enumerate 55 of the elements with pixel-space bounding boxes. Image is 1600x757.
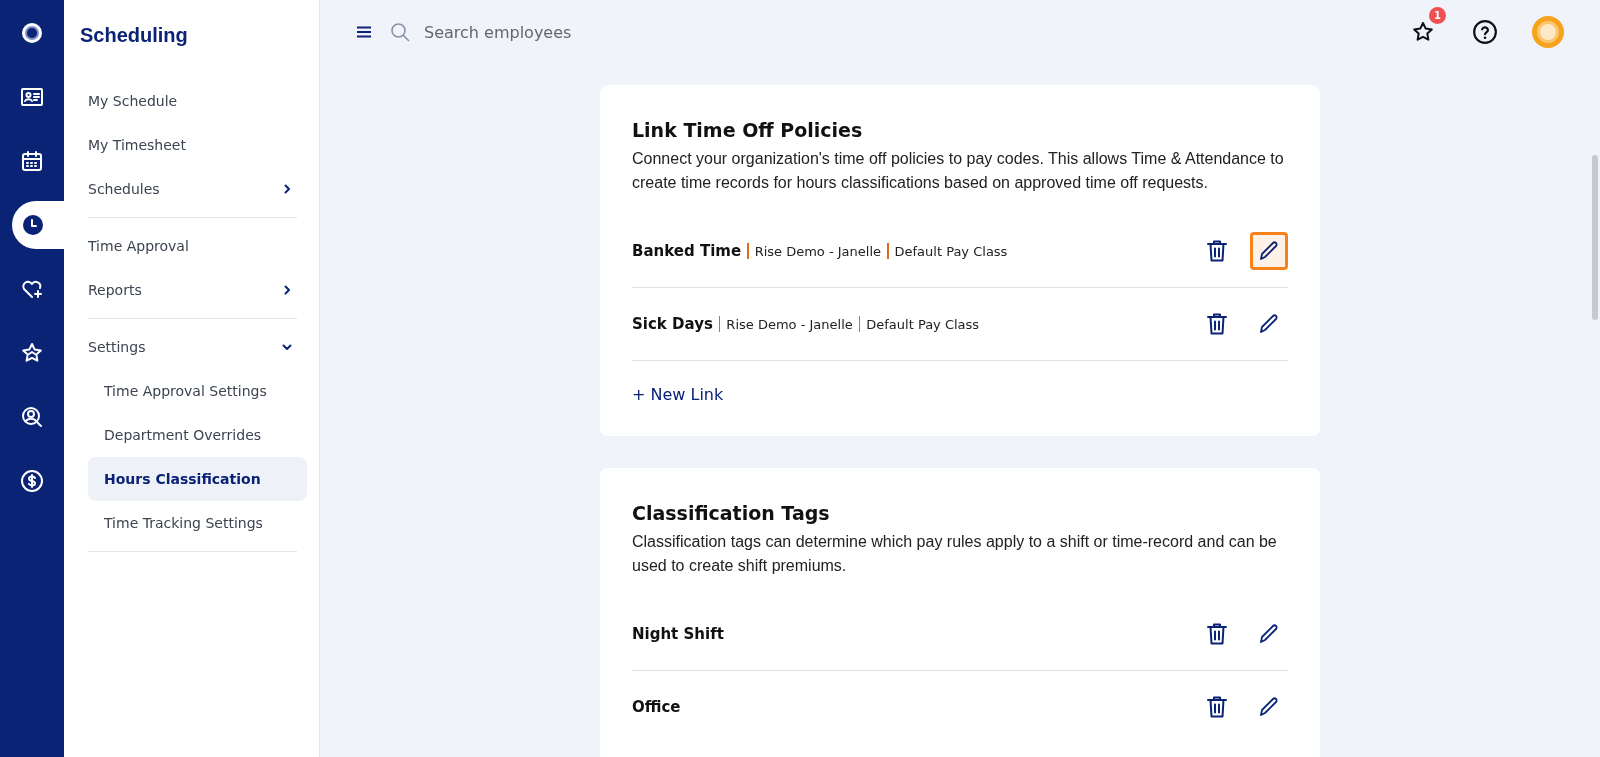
card-description: Connect your organization's time off policies to pay codes. This allows Time & Attendance to create time records for hours classifications based on approved time off requests. [632,149,1285,193]
star-icon[interactable] [1411,20,1435,44]
rail-nav-item[interactable] [12,201,64,249]
pencil-icon [1258,696,1280,718]
chevron-icon [281,341,293,353]
star-icon [20,341,44,365]
sidebar-subitem[interactable]: Department Overrides [88,413,307,457]
separator-icon [718,316,721,332]
new-link-button[interactable]: + New Link [632,385,724,404]
row-name: Sick Days [632,315,713,333]
trash-icon [1206,239,1228,263]
sidebar-subitem[interactable]: Hours Classification [88,457,307,501]
separator-icon [887,243,889,259]
row-name: Banked Time [632,242,742,260]
sidebar-item[interactable]: Schedules [88,167,297,211]
separator-icon [858,316,861,332]
sidebar-subitem[interactable]: Time Tracking Settings [88,501,307,545]
card-title: Link Time Off Policies [632,119,864,141]
search-field[interactable]: Search employees [390,21,690,43]
row-detail: Rise Demo - Janelle [726,316,853,332]
pencil-icon [1258,240,1280,262]
logo-icon [20,21,44,45]
sidebar-item[interactable]: Settings [88,325,297,369]
separator-icon [747,243,749,259]
pencil-icon [1258,623,1280,645]
search-icon [390,22,410,42]
trash-icon [1206,695,1228,719]
person-search-icon [20,405,44,429]
chevron-icon [281,183,293,195]
sidebar-item[interactable]: Time Approval [88,224,297,268]
chevron-icon [281,284,293,296]
edit-button[interactable] [1250,232,1288,270]
clock-icon [21,213,45,237]
row-detail: Default Pay Class [866,316,980,332]
row-name: Office [632,698,681,716]
sidebar-item[interactable]: My Schedule [88,79,297,123]
trash-icon [1206,312,1228,336]
notification-badge: 1 [1429,7,1446,24]
dollar-icon [20,469,44,493]
sidebar-item[interactable]: Reports [88,268,297,312]
sidebar-item[interactable]: My Timesheet [88,123,297,167]
pencil-icon [1258,313,1280,335]
row-detail: Default Pay Class [894,243,1008,259]
sidebar-title: Scheduling [80,24,189,47]
trash-icon [1206,622,1228,646]
menu-icon[interactable] [356,26,372,38]
id-card-icon [20,85,44,109]
calendar-icon [20,149,44,173]
help-icon[interactable] [1472,19,1498,45]
card-title: Classification Tags [632,502,831,524]
row-name: Night Shift [632,625,724,643]
row-detail: Rise Demo - Janelle [754,243,881,259]
scrollbar-thumb[interactable] [1592,155,1598,320]
card-description: Classification tags can determine which pay rules apply to a shift or time-record and can be used to create shift premiums. [632,532,1278,576]
sidebar-subitem[interactable]: Time Approval Settings [88,369,307,413]
